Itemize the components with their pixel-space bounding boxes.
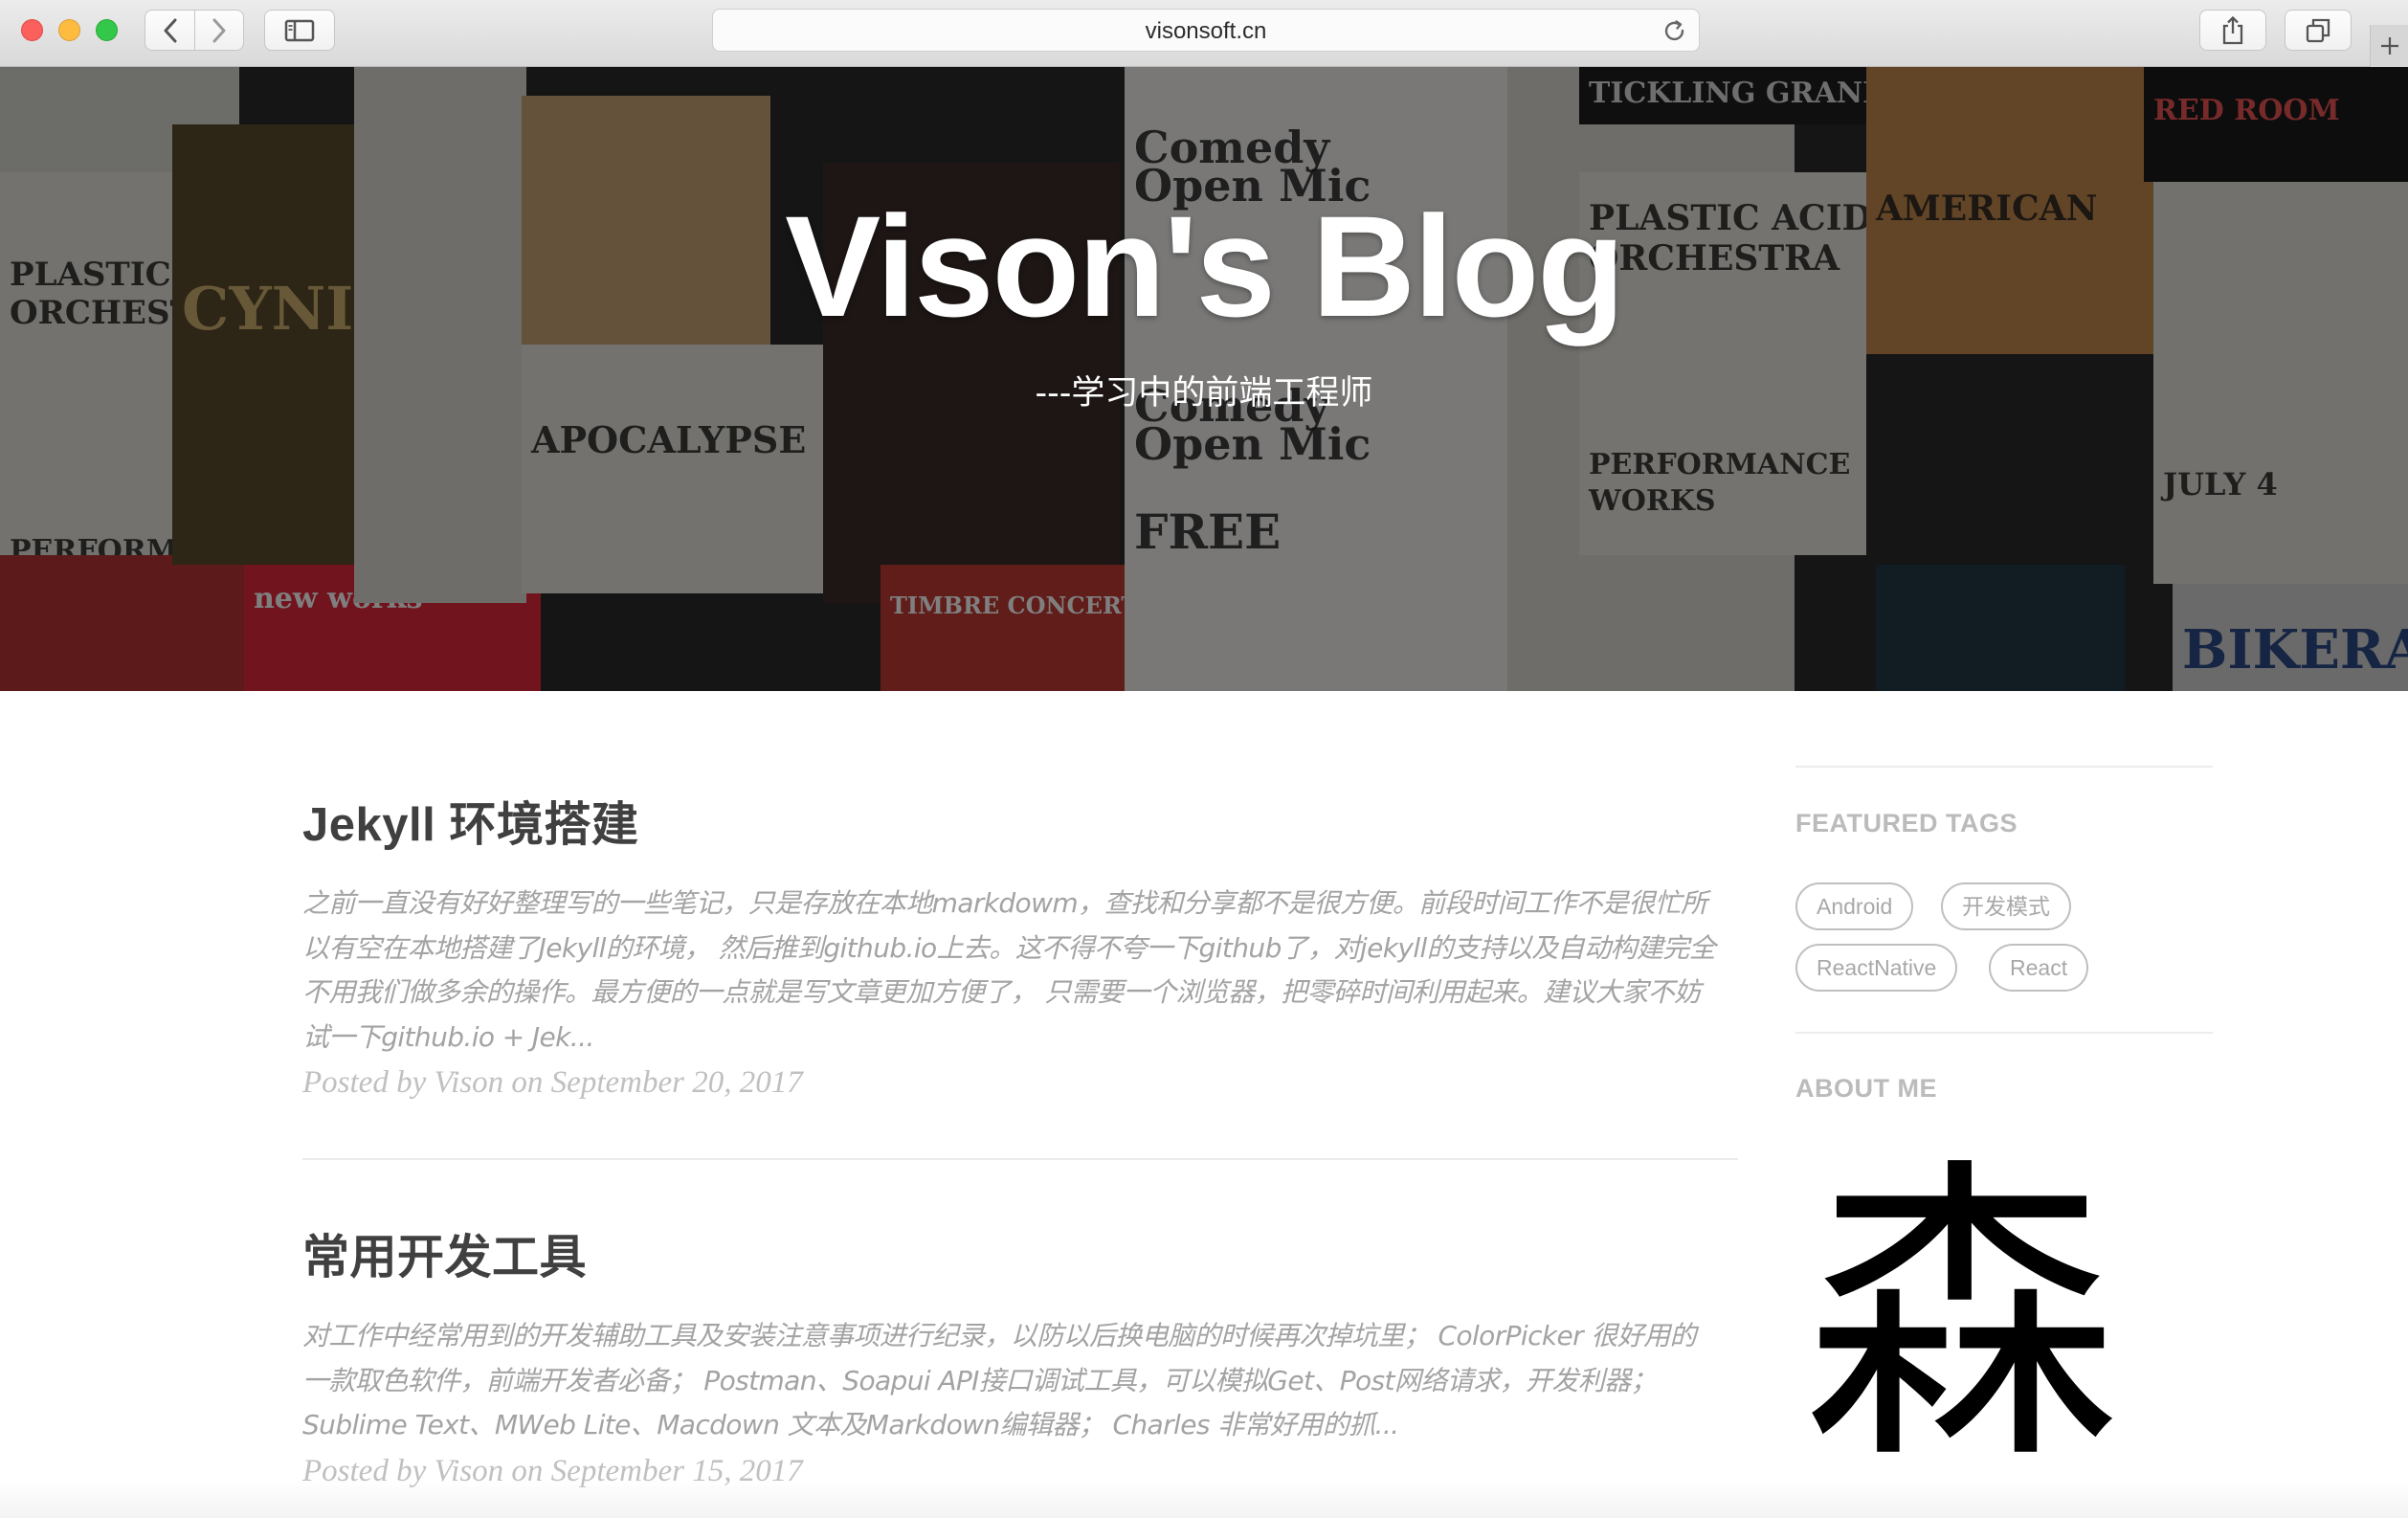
post-excerpt[interactable]: 之前一直没有好好整理写的一些笔记，只是存放在本地markdowm，查找和分享都不… [302,882,1738,1060]
post-meta: Posted by Vison on September 20, 2017 [302,1065,803,1100]
post-excerpt[interactable]: 对工作中经常用到的开发辅助工具及安装注意事项进行纪录，以防以后换电脑的时候再次掉… [302,1314,1738,1448]
address-bar[interactable]: visonsoft.cn [712,9,1700,52]
post-title[interactable]: Jekyll 环境搭建 [302,787,1738,855]
tag-android[interactable]: Android [1795,882,1914,930]
plus-icon [2380,37,2398,55]
chevron-left-icon [164,18,176,42]
tab-overview-button[interactable] [2285,10,2352,51]
post-preview[interactable]: 常用开发工具 对工作中经常用到的开发辅助工具及安装注意事项进行纪录，以防以后换电… [302,1219,1738,1489]
tag-dev-mode[interactable]: 开发模式 [1941,882,2071,930]
nav-button-group [145,10,244,51]
chevron-right-icon [212,18,226,42]
post-divider [302,1158,1738,1160]
reload-icon[interactable] [1662,19,1687,44]
sidebar-divider [1795,1032,2213,1034]
site-subtitle: ---学习中的前端工程师 [1035,374,1373,413]
sidebar-toggle-button[interactable] [264,10,335,51]
featured-tags-heading: FEATURED TAGS [1795,809,2018,837]
browser-toolbar: visonsoft.cn [0,0,2408,67]
share-icon [2222,15,2243,44]
url-text: visonsoft.cn [1145,18,1267,44]
forward-button[interactable] [194,11,243,50]
post-title[interactable]: 常用开发工具 [302,1219,1738,1287]
new-tab-button[interactable] [2370,25,2408,67]
tag-react[interactable]: React [1989,944,2089,992]
zoom-window-button[interactable] [96,19,118,41]
back-button[interactable] [145,11,194,50]
minimize-window-button[interactable] [58,19,80,41]
avatar: 森 [1803,1133,2119,1501]
share-button[interactable] [2199,10,2266,51]
close-window-button[interactable] [21,19,43,41]
sidebar-divider [1795,766,2213,768]
sidebar-icon [284,19,315,41]
about-me-heading: ABOUT ME [1795,1074,1937,1103]
site-title[interactable]: Vison's Blog [0,184,2408,349]
tag-reactnative[interactable]: ReactNative [1795,944,1958,992]
hero-header: PLASTIC ACID ORCHESTRA PERFORMANCE CYNIC… [0,67,2408,691]
post-preview[interactable]: Jekyll 环境搭建 之前一直没有好好整理写的一些笔记，只是存放在本地mark… [302,787,1738,1101]
tabs-overview-icon [2306,18,2330,42]
